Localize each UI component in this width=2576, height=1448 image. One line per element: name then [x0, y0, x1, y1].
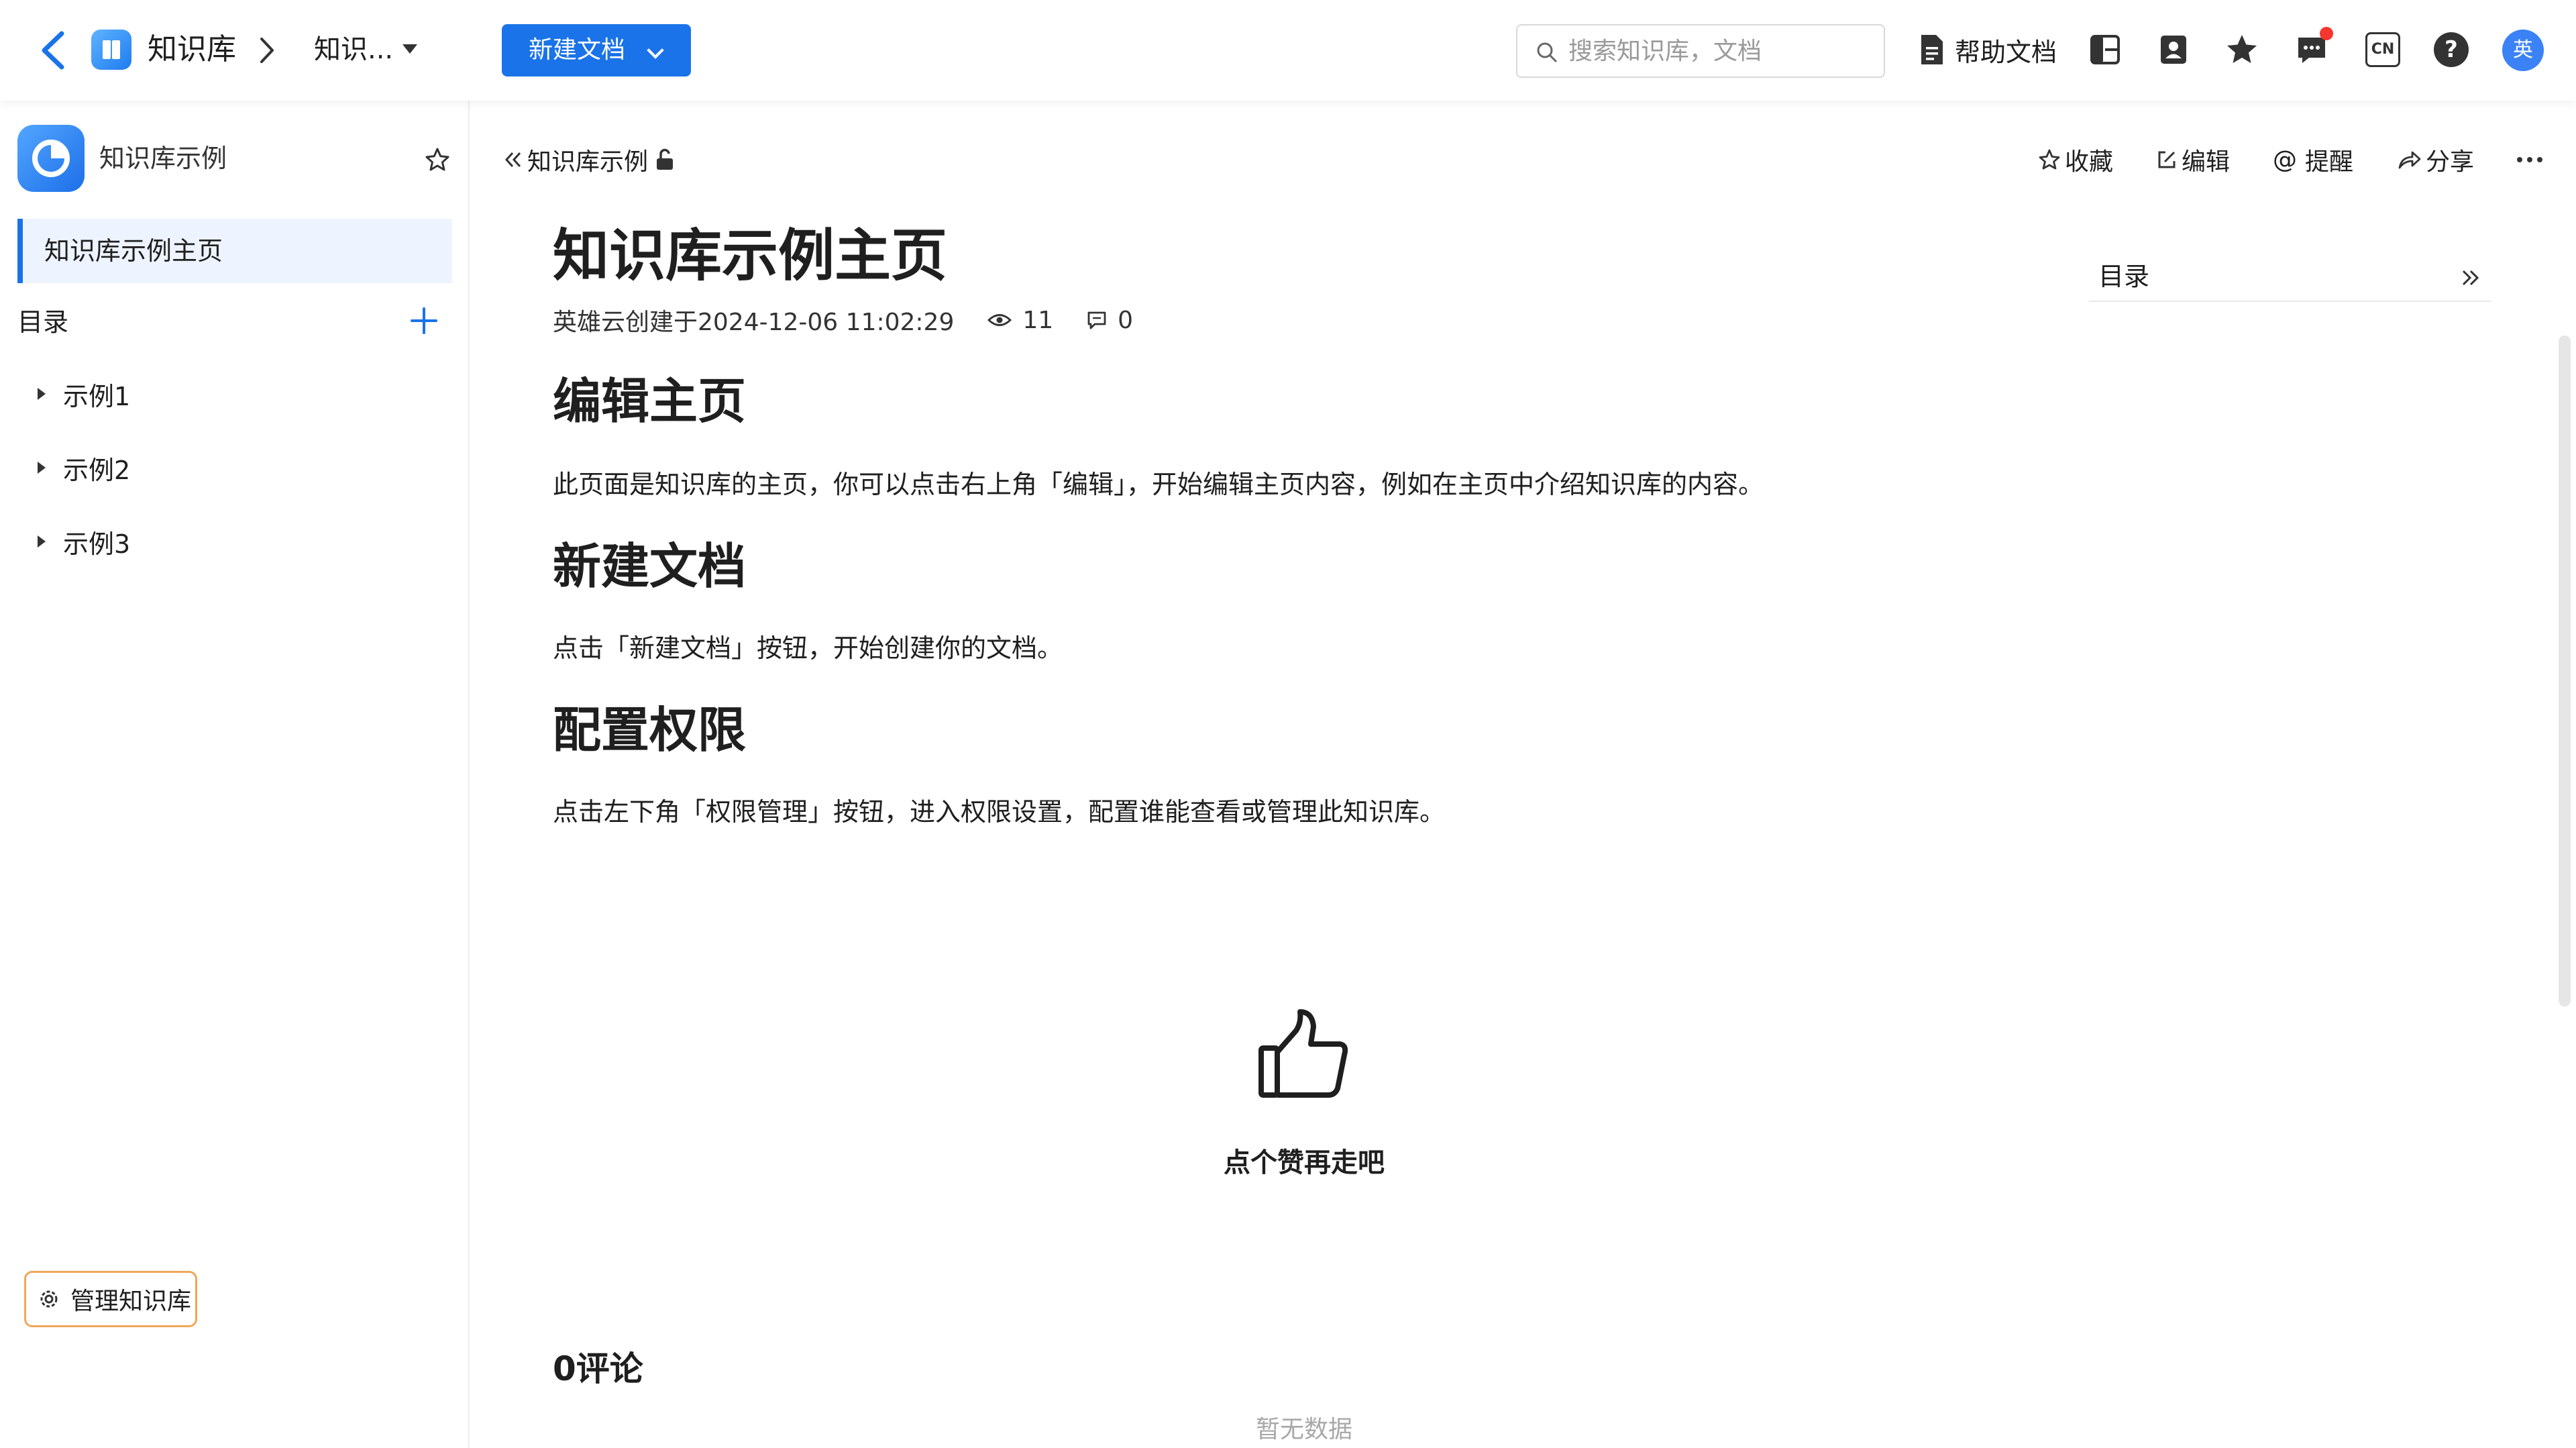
search-input[interactable] — [1568, 31, 1877, 71]
star-icon[interactable] — [2224, 32, 2259, 67]
user-avatar[interactable]: 英 — [2502, 30, 2544, 71]
sidebar: 知识库示例 知识库示例主页 目录 示例1 示例2 示例3 — [0, 101, 470, 1448]
scrollbar[interactable] — [2559, 335, 2571, 1006]
manage-knowledge-base-label: 管理知识库 — [70, 1288, 192, 1315]
add-icon[interactable] — [407, 303, 441, 338]
chevron-down-icon — [647, 42, 664, 59]
chevron-right-icon — [260, 38, 274, 63]
view-count-value: 11 — [1022, 306, 1054, 334]
like-prompt: 点个赞再走吧 — [1224, 1147, 1385, 1178]
gear-icon — [40, 1290, 58, 1308]
app-logo-icon — [91, 30, 131, 70]
toc-panel: 目录 — [2089, 255, 2491, 302]
app-name[interactable]: 知识库 — [148, 30, 236, 70]
edit-label: 编辑 — [2182, 148, 2231, 176]
section-heading: 新建文档 — [553, 538, 747, 594]
more-icon[interactable] — [2513, 146, 2546, 173]
double-chevron-left-icon — [504, 152, 521, 168]
caret-down-icon[interactable] — [402, 44, 417, 54]
notification-dot — [2320, 27, 2333, 40]
caret-right-icon — [38, 462, 46, 474]
section-heading: 配置权限 — [553, 702, 747, 758]
sidebar-item-example-1[interactable]: 示例1 — [38, 370, 130, 417]
sidebar-item-label: 示例3 — [63, 529, 131, 559]
caret-right-icon — [38, 535, 46, 548]
contacts-icon[interactable] — [2156, 32, 2191, 67]
section-paragraph: 此页面是知识库的主页，你可以点击右上角「编辑」，开始编辑主页内容，例如在主页中介… — [553, 470, 1764, 499]
document-meta: 英雄云创建于2024-12-06 11:02:29 11 0 — [553, 303, 1133, 337]
sidebar-toc-label: 目录 — [17, 307, 69, 337]
sidebar-item-label: 示例1 — [63, 381, 131, 411]
search-box[interactable] — [1516, 24, 1885, 78]
star-outline-icon[interactable] — [424, 146, 451, 173]
toc-panel-label: 目录 — [2098, 262, 2150, 291]
search-icon — [1537, 42, 1557, 62]
back-arrow-icon[interactable] — [35, 28, 72, 72]
section-heading: 编辑主页 — [553, 373, 747, 429]
help-icon[interactable]: ? — [2434, 32, 2469, 67]
help-document-link[interactable]: 帮助文档 — [1919, 30, 2057, 70]
created-info: 英雄云创建于2024-12-06 11:02:29 — [553, 309, 955, 336]
top-bar: 知识库 知识... 新建文档 帮助文档 — [0, 0, 2576, 101]
knowledge-base-logo-icon — [17, 125, 85, 192]
new-document-button[interactable]: 新建文档 — [502, 24, 691, 76]
sidebar-item-label: 示例2 — [63, 455, 131, 485]
share-button[interactable]: 分享 — [2398, 140, 2474, 180]
eye-icon — [987, 314, 1012, 326]
unlock-icon — [657, 148, 674, 170]
sidebar-item-example-3[interactable]: 示例3 — [38, 518, 130, 565]
document-title: 知识库示例主页 — [553, 223, 948, 289]
favorite-button[interactable]: 收藏 — [2038, 140, 2113, 180]
sidebar-item-example-2[interactable]: 示例2 — [38, 444, 130, 491]
document-icon — [1921, 35, 1943, 64]
manage-knowledge-base-button[interactable]: 管理知识库 — [24, 1271, 197, 1327]
knowledge-base-title: 知识库示例 — [99, 144, 227, 173]
doc-breadcrumb-label: 知识库示例 — [527, 148, 649, 176]
double-chevron-right-icon[interactable] — [2458, 266, 2482, 290]
comment-count: 0 — [1087, 307, 1133, 334]
section-paragraph: 点击左下角「权限管理」按钮，进入权限设置，配置谁能查看或管理此知识库。 — [553, 797, 1446, 827]
edit-icon — [2158, 151, 2176, 168]
remind-label: 提醒 — [2305, 148, 2354, 176]
share-icon — [2398, 151, 2421, 169]
help-document-label: 帮助文档 — [1955, 37, 2057, 67]
caret-right-icon — [38, 388, 46, 400]
view-count: 11 — [987, 307, 1053, 334]
new-document-label: 新建文档 — [529, 36, 626, 64]
star-outline-icon — [2039, 149, 2060, 170]
favorite-label: 收藏 — [2065, 148, 2114, 176]
comments-title: 0评论 — [553, 1349, 643, 1388]
comment-count-value: 0 — [1118, 306, 1134, 334]
sidebar-item-home[interactable]: 知识库示例主页 — [17, 219, 452, 283]
at-icon: @ — [2273, 146, 2297, 174]
doc-breadcrumb[interactable]: 知识库示例 — [503, 140, 675, 180]
comment-icon — [1087, 311, 1106, 329]
section-paragraph: 点击「新建文档」按钮，开始创建你的文档。 — [553, 633, 1063, 663]
remind-button[interactable]: @ 提醒 — [2273, 140, 2353, 180]
empty-comments-text: 暂无数据 — [1255, 1416, 1352, 1443]
edit-button[interactable]: 编辑 — [2156, 140, 2230, 180]
breadcrumb-doc[interactable]: 知识... — [314, 30, 393, 70]
thumbs-up-icon[interactable] — [1256, 1006, 1352, 1100]
language-switch[interactable]: CN — [2365, 32, 2400, 67]
layout-icon[interactable] — [2088, 32, 2123, 67]
share-label: 分享 — [2426, 148, 2475, 176]
